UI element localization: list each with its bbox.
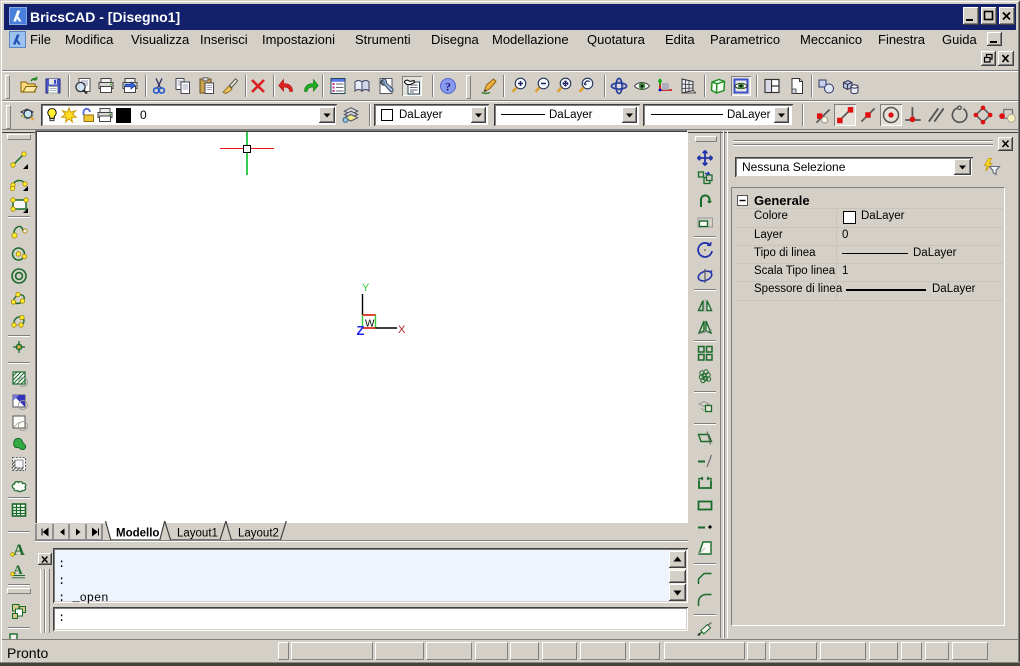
svg-text:A: A <box>13 542 25 559</box>
svg-text:Z: Z <box>357 323 365 338</box>
svg-text:W: W <box>365 319 375 330</box>
svg-text:Layout2: Layout2 <box>238 528 279 540</box>
svg-text:Y: Y <box>362 282 370 294</box>
svg-text:X: X <box>398 324 406 336</box>
svg-text:Modello: Modello <box>116 528 159 540</box>
svg-text:A: A <box>13 562 23 577</box>
svg-text:Layout1: Layout1 <box>177 528 218 540</box>
svg-text:?: ? <box>445 80 451 94</box>
